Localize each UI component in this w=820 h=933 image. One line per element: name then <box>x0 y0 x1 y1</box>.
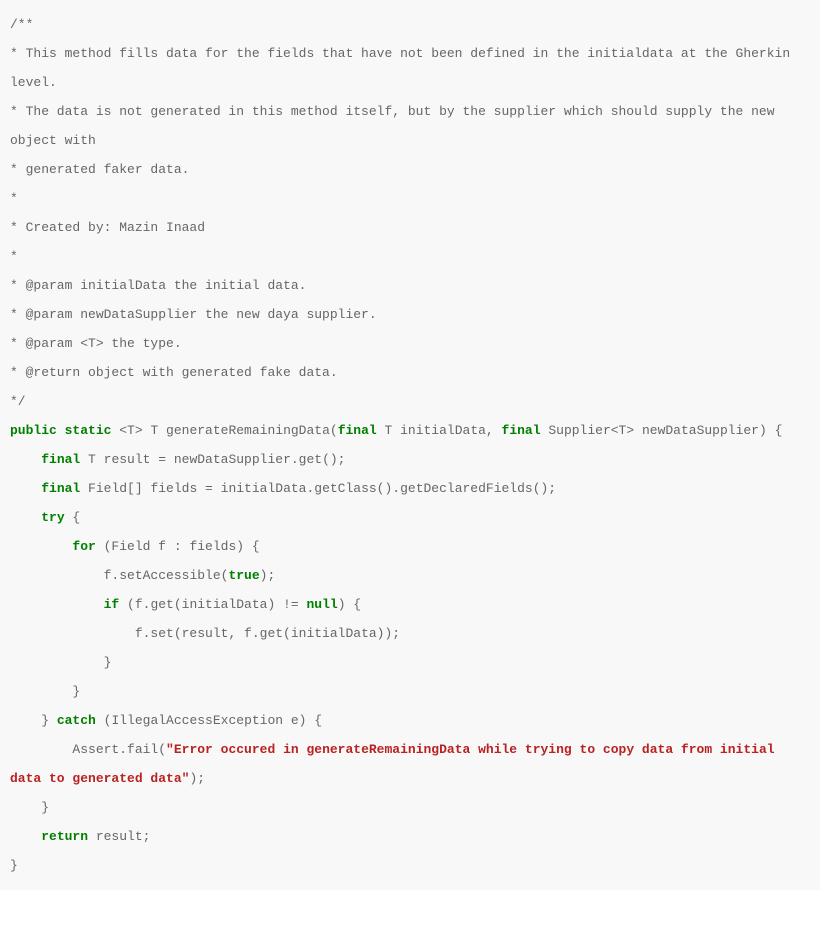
keyword-return: return <box>41 829 88 844</box>
code-text: T initialData, <box>377 423 502 438</box>
comment-line: * <box>10 191 18 206</box>
indent <box>10 539 72 554</box>
keyword-static: static <box>65 423 112 438</box>
code-text: } <box>72 684 80 699</box>
code-block: /** * This method fills data for the fie… <box>0 0 820 890</box>
code-text: Supplier<T> newDataSupplier) { <box>541 423 783 438</box>
code-text: } <box>41 800 49 815</box>
indent <box>10 713 41 728</box>
keyword-null: null <box>306 597 337 612</box>
indent <box>10 597 104 612</box>
code-text: } <box>41 713 57 728</box>
keyword-for: for <box>72 539 95 554</box>
comment-line: * @param initialData the initial data. <box>10 278 306 293</box>
keyword-try: try <box>41 510 64 525</box>
keyword-final: final <box>41 452 80 467</box>
comment-line: * @param newDataSupplier the new daya su… <box>10 307 377 322</box>
code-text: f.setAccessible( <box>104 568 229 583</box>
indent <box>10 742 72 757</box>
keyword-if: if <box>104 597 120 612</box>
indent <box>10 655 104 670</box>
comment-line: * @return object with generated fake dat… <box>10 365 338 380</box>
comment-line: * <box>10 249 18 264</box>
code-text: ); <box>189 771 205 786</box>
indent <box>10 452 41 467</box>
code-text: f.set(result, f.get(initialData)); <box>135 626 400 641</box>
code-text: (IllegalAccessException e) { <box>96 713 322 728</box>
indent <box>10 510 41 525</box>
comment-line: * @param <T> the type. <box>10 336 182 351</box>
keyword-final: final <box>502 423 541 438</box>
code-text: Assert.fail( <box>72 742 166 757</box>
code-text: } <box>10 858 18 873</box>
code-text: Field[] fields = initialData.getClass().… <box>80 481 556 496</box>
comment-line: * generated faker data. <box>10 162 189 177</box>
code-text: { <box>65 510 81 525</box>
indent <box>10 829 41 844</box>
code-text: } <box>104 655 112 670</box>
indent <box>10 481 41 496</box>
comment-line: /** <box>10 17 33 32</box>
keyword-public: public <box>10 423 57 438</box>
comment-line: * This method fills data for the fields … <box>10 46 798 90</box>
keyword-true: true <box>228 568 259 583</box>
indent <box>10 626 135 641</box>
code-text: (Field f : fields) { <box>96 539 260 554</box>
code-text: ) { <box>338 597 361 612</box>
indent <box>10 684 72 699</box>
code-text: T result = newDataSupplier.get(); <box>80 452 345 467</box>
indent <box>10 568 104 583</box>
comment-line: */ <box>10 394 26 409</box>
comment-line: * The data is not generated in this meth… <box>10 104 782 148</box>
code-text: (f.get(initialData) != <box>119 597 306 612</box>
code-text: ); <box>260 568 276 583</box>
comment-line: * Created by: Mazin Inaad <box>10 220 205 235</box>
indent <box>10 800 41 815</box>
keyword-final: final <box>41 481 80 496</box>
code-text: <T> T generateRemainingData( <box>111 423 337 438</box>
code-text: result; <box>88 829 150 844</box>
keyword-catch: catch <box>57 713 96 728</box>
keyword-final: final <box>338 423 377 438</box>
